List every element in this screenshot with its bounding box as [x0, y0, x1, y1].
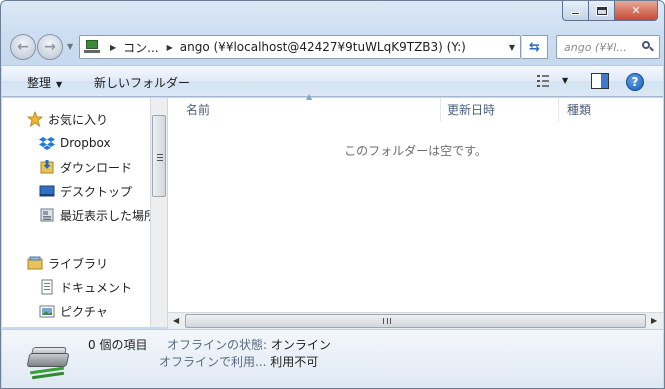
search-box[interactable] [556, 35, 660, 59]
breadcrumb-drive[interactable]: ango (¥¥localhost@42427¥9tuWLqK9TZB3) (Y… [180, 40, 466, 54]
explorer-window: ✕ ← → ▼ ▶ コン... ▶ ango (¥¥localhost@4242… [0, 0, 665, 389]
address-history-dropdown-icon[interactable]: ▼ [509, 43, 515, 52]
view-options-dropdown-icon[interactable]: ▼ [562, 76, 568, 85]
downloads-folder-icon [39, 159, 55, 175]
network-drive-icon [84, 40, 102, 54]
grip-icon [157, 154, 163, 161]
sidebar-item-label: ダウンロード [60, 160, 133, 175]
scrollbar-thumb[interactable] [152, 115, 166, 197]
column-header-date-modified[interactable]: 更新日時 [439, 98, 559, 122]
new-folder-button[interactable]: 新しいフォルダー [94, 74, 190, 91]
details-pane: 0 個の項目 オフラインの状態: オンライン オフラインで利用... 利用不可 [2, 329, 663, 388]
search-icon[interactable] [642, 41, 654, 52]
offline-status-label: オフラインの状態: [167, 338, 268, 352]
change-view-icon[interactable] [537, 74, 553, 88]
item-count: 0 個の項目 [88, 338, 148, 352]
sidebar-item-label: ピクチャ [60, 304, 108, 319]
chevron-down-icon: ▼ [56, 80, 63, 89]
offline-availability-value: 利用不可 [270, 355, 319, 369]
scroll-left-icon[interactable]: ◀ [173, 316, 179, 325]
sidebar-item-desktop[interactable]: デスクトップ [39, 181, 132, 201]
network-drive-icon [26, 343, 72, 380]
offline-availability-row: オフラインで利用... 利用不可 [159, 353, 318, 370]
minimize-button[interactable] [562, 1, 588, 21]
sidebar-item-pictures[interactable]: ピクチャ [39, 301, 108, 321]
sidebar-item-label: Dropbox [60, 136, 111, 150]
breadcrumb-separator-icon[interactable]: ▶ [110, 43, 116, 52]
preview-pane-icon[interactable] [591, 73, 609, 89]
command-bar: 整理 ▼ 新しいフォルダー ▼ ? [2, 65, 663, 97]
breadcrumb-computer[interactable]: コン... [123, 39, 158, 56]
navigation-pane-scrollbar[interactable] [150, 98, 167, 327]
caption-buttons: ✕ [562, 1, 658, 21]
sidebar-item-downloads[interactable]: ダウンロード [39, 157, 132, 177]
libraries-icon [27, 255, 43, 271]
sidebar-item-libraries[interactable]: ライブラリ [27, 253, 108, 273]
pictures-icon [39, 303, 55, 319]
scroll-right-icon[interactable]: ▶ [651, 316, 657, 325]
file-list-horizontal-scrollbar[interactable]: ◀ ▶ [168, 312, 663, 329]
back-arrow-icon: ← [17, 39, 29, 55]
file-list[interactable]: ▲ 名前 更新日時 種類 このフォルダーは空です。 [168, 92, 663, 312]
new-folder-label: 新しいフォルダー [94, 76, 191, 90]
forward-arrow-icon: → [44, 39, 56, 55]
dropbox-icon [39, 135, 55, 151]
recent-pages-dropdown-icon[interactable]: ▼ [67, 42, 73, 51]
sidebar-item-label: 最近表示した場所 [60, 208, 150, 223]
column-header-name[interactable]: 名前 [178, 98, 441, 122]
sidebar-item-label: お気に入り [48, 112, 109, 127]
grip-icon [383, 318, 391, 324]
forward-button[interactable]: → [37, 34, 63, 60]
search-input[interactable] [564, 40, 639, 54]
minimize-icon [571, 12, 580, 15]
sidebar-item-documents[interactable]: ドキュメント [39, 277, 132, 297]
sidebar-item-dropbox[interactable]: Dropbox [39, 133, 111, 153]
maximize-button[interactable] [588, 1, 614, 21]
back-button[interactable]: ← [10, 34, 36, 60]
close-icon: ✕ [631, 4, 641, 17]
sidebar-item-recent-places[interactable]: 最近表示した場所 [39, 205, 150, 225]
column-headers: ▲ 名前 更新日時 種類 [168, 92, 663, 122]
navigation-pane: お気に入り Dropbox ダウンロード デスクトップ 最近表示した場所 ライブ… [2, 98, 150, 327]
desktop-icon [39, 183, 55, 199]
sidebar-item-favorites[interactable]: お気に入り [26, 109, 109, 129]
refresh-icon: ⇆ [529, 39, 540, 55]
recent-places-icon [39, 207, 55, 223]
organize-label: 整理 [27, 76, 52, 90]
close-button[interactable]: ✕ [614, 1, 658, 21]
sidebar-item-label: ライブラリ [48, 256, 109, 271]
empty-folder-message: このフォルダーは空です。 [344, 144, 487, 158]
column-header-type[interactable]: 種類 [559, 98, 663, 122]
refresh-button[interactable]: ⇆ [522, 35, 548, 59]
sidebar-item-label: ドキュメント [60, 280, 133, 295]
scrollbar-thumb[interactable] [185, 314, 646, 328]
documents-icon [39, 279, 55, 295]
sidebar-item-label: デスクトップ [60, 184, 133, 199]
organize-button[interactable]: 整理 ▼ [27, 74, 62, 91]
navigation-bar: ← → ▼ ▶ コン... ▶ ango (¥¥localhost@42427¥… [1, 29, 664, 63]
maximize-icon [596, 6, 607, 15]
offline-status-value: オンライン [270, 338, 331, 352]
star-icon [26, 110, 44, 127]
breadcrumb-separator-icon[interactable]: ▶ [167, 43, 173, 52]
help-icon[interactable]: ? [626, 73, 644, 91]
offline-availability-label: オフラインで利用... [159, 355, 267, 369]
address-bar[interactable]: ▶ コン... ▶ ango (¥¥localhost@42427¥9tuWLq… [79, 35, 521, 59]
offline-status-row: オフラインの状態: オンライン [167, 336, 331, 353]
